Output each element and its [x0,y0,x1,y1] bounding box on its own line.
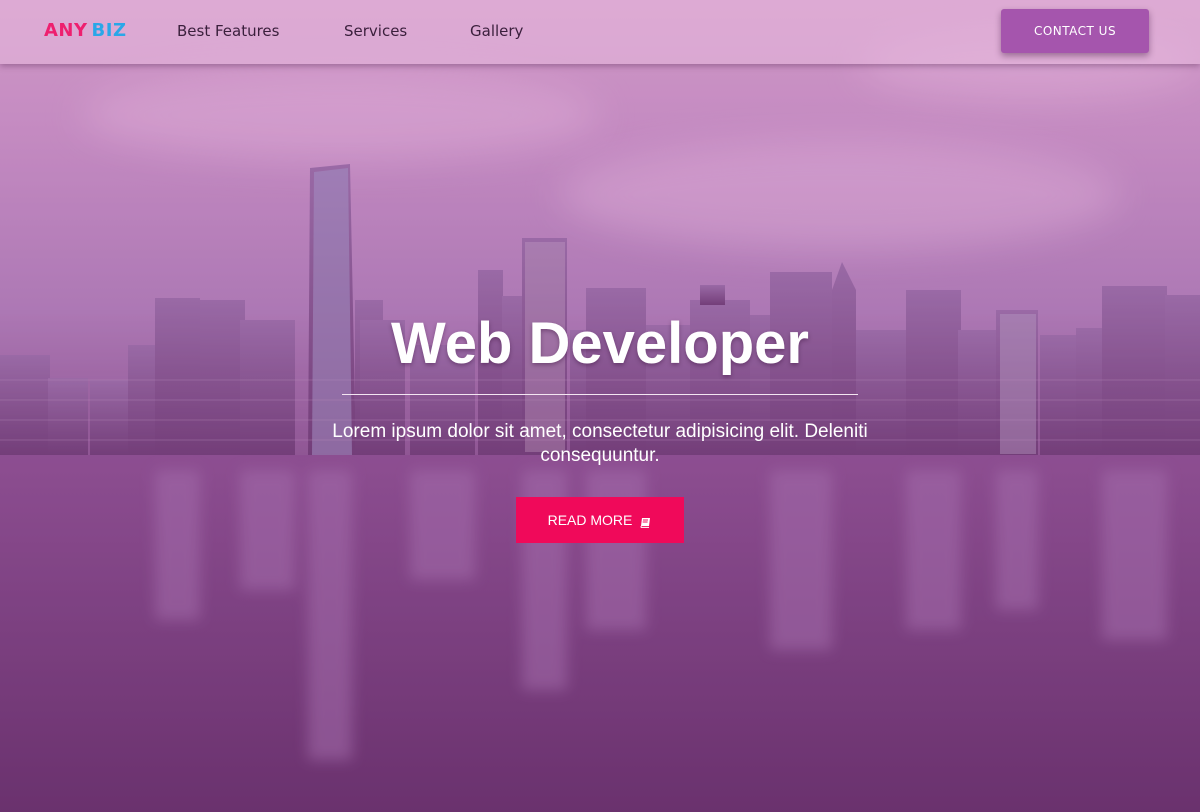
site-header: ANY BIZ Best Features Services Gallery CO… [0,0,1200,64]
nav-link-best-features[interactable]: Best Features [177,22,279,40]
hero-subtitle: Lorem ipsum dolor sit amet, consectetur … [332,421,868,466]
hero-section [0,0,1200,812]
hero-color-overlay [0,0,1200,812]
brand-logo[interactable]: ANY BIZ [44,20,127,41]
read-more-label: READ MORE [547,512,633,528]
read-more-button[interactable]: READ MORE [516,497,684,543]
book-icon [640,515,652,528]
nav-link-gallery[interactable]: Gallery [470,22,523,40]
brand-logo-part2: BIZ [91,20,127,41]
hero-divider [342,394,858,395]
nav-link-services[interactable]: Services [344,22,407,40]
contact-us-button[interactable]: CONTACT US [1001,9,1149,53]
brand-logo-part1: ANY [44,20,88,41]
hero-title: Web Developer [391,311,809,376]
